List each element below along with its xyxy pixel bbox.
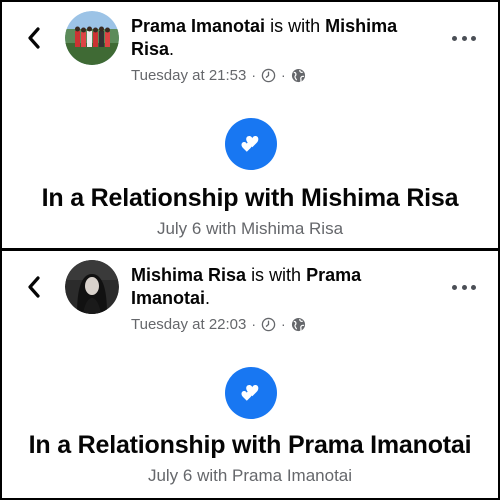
relationship-title: In a Relationship with Mishima Risa <box>41 184 459 212</box>
connector-text: is with <box>270 16 321 36</box>
globe-icon[interactable] <box>291 68 306 83</box>
partner-name[interactable]: Prama <box>306 265 361 285</box>
more-icon <box>471 35 476 41</box>
more-icon <box>452 35 457 41</box>
post-meta: Tuesday at 22:03 · · <box>131 314 306 334</box>
relationship-icon <box>225 118 277 170</box>
avatar[interactable] <box>65 11 119 65</box>
author-name[interactable]: Prama Imanotai <box>131 16 265 36</box>
post-header: Prama Imanotai is with Mishima Risa. <box>131 15 431 61</box>
partner-name-line2[interactable]: Risa <box>131 39 169 59</box>
more-options-button[interactable] <box>452 33 476 43</box>
separator-dot: · <box>281 316 286 332</box>
post-meta: Tuesday at 21:53 · · <box>131 65 306 85</box>
post-header: Mishima Risa is with Prama Imanotai. <box>131 264 431 310</box>
separator-dot: · <box>251 67 257 83</box>
back-button[interactable] <box>24 26 44 50</box>
relationship-date: July 6 with Mishima Risa <box>156 219 344 238</box>
heart-icon <box>241 136 259 152</box>
clock-icon <box>261 317 276 331</box>
more-icon <box>471 284 476 290</box>
back-chevron-icon <box>28 27 40 49</box>
relationship-title: In a Relationship with Prama Imanotai <box>28 431 472 459</box>
separator-dot: · <box>251 316 257 332</box>
timestamp[interactable]: Tuesday at 21:53 <box>131 67 246 84</box>
clock-icon <box>261 68 276 82</box>
back-chevron-icon <box>28 276 40 298</box>
connector-text: is with <box>251 265 302 285</box>
separator-dot: · <box>281 67 286 83</box>
author-name[interactable]: Mishima Risa <box>131 265 246 285</box>
heart-icon <box>241 385 259 401</box>
avatar[interactable] <box>65 260 119 314</box>
relationship-icon <box>225 367 277 419</box>
partner-name[interactable]: Mishima <box>325 16 397 36</box>
more-icon <box>461 35 467 41</box>
more-icon <box>461 284 467 290</box>
post-panel-1: Prama Imanotai is with Mishima Risa. Tue… <box>2 2 498 248</box>
screenshot-frame: Prama Imanotai is with Mishima Risa. Tue… <box>0 0 500 500</box>
globe-icon[interactable] <box>291 317 306 332</box>
portrait-avatar <box>65 260 119 314</box>
more-options-button[interactable] <box>452 282 476 292</box>
timestamp[interactable]: Tuesday at 22:03 <box>131 316 246 333</box>
relationship-date: July 6 with Prama Imanotai <box>147 466 353 485</box>
more-icon <box>452 284 457 290</box>
post-panel-2: Mishima Risa is with Prama Imanotai. Tue… <box>2 251 498 498</box>
back-button[interactable] <box>24 275 44 299</box>
period: . <box>169 39 175 59</box>
group-photo-avatar <box>65 11 119 65</box>
period: . <box>205 288 211 308</box>
partner-name-line2[interactable]: Imanotai <box>131 288 205 308</box>
